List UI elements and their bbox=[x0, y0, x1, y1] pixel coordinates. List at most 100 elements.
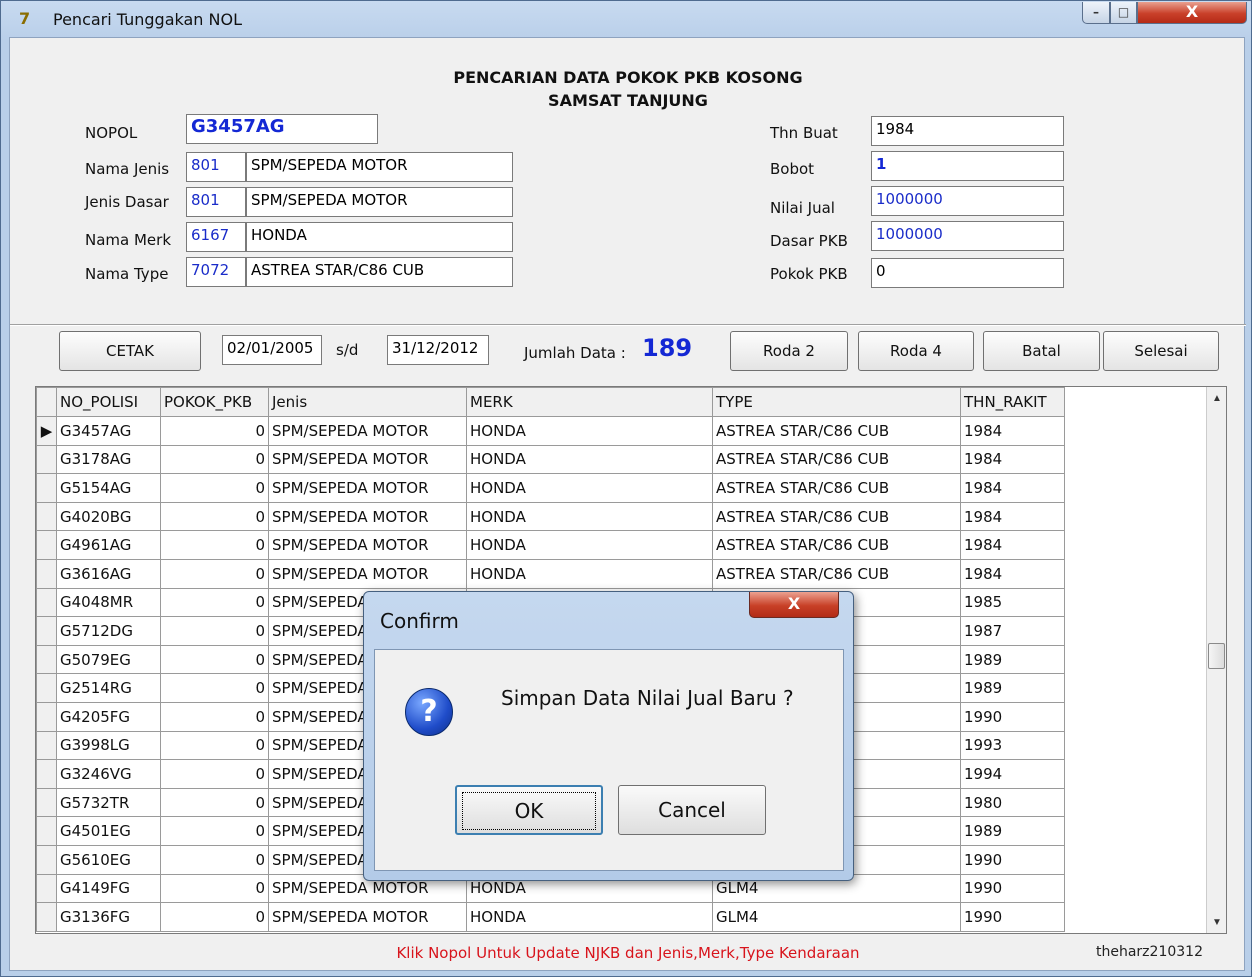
nama-jenis-code-input[interactable]: 801 bbox=[186, 152, 246, 182]
table-row[interactable]: G3178AG 0 SPM/SEPEDA MOTOR HONDA ASTREA STAR… bbox=[36, 444, 1065, 475]
title-bar[interactable]: 7 Pencari Tunggakan NOL – □ X bbox=[1, 1, 1251, 37]
cell-no-polisi[interactable]: G4501EG bbox=[56, 816, 161, 846]
cell-merk: HONDA bbox=[466, 501, 713, 532]
ok-button[interactable]: OK bbox=[455, 785, 603, 835]
column-header-type[interactable]: TYPE bbox=[712, 387, 961, 417]
current-row-indicator[interactable]: ▶ bbox=[36, 416, 57, 446]
batal-button[interactable]: Batal bbox=[983, 331, 1100, 371]
dialog-close-button[interactable]: X bbox=[749, 592, 839, 618]
roda-4-button[interactable]: Roda 4 bbox=[858, 331, 974, 371]
thn-buat-input[interactable]: 1984 bbox=[871, 116, 1064, 146]
cell-no-polisi[interactable]: G2514RG bbox=[56, 673, 161, 703]
row-indicator[interactable] bbox=[36, 902, 57, 932]
row-indicator[interactable] bbox=[36, 759, 57, 789]
row-indicator[interactable] bbox=[36, 616, 57, 646]
cell-thn-rakit: 1987 bbox=[960, 616, 1065, 646]
nopol-input[interactable]: G3457AG bbox=[186, 114, 378, 144]
minimize-button[interactable]: – bbox=[1082, 2, 1110, 24]
cell-no-polisi[interactable]: G5732TR bbox=[56, 787, 161, 818]
scroll-down-icon[interactable]: ▼ bbox=[1207, 917, 1226, 928]
separator bbox=[10, 324, 1246, 326]
cell-no-polisi[interactable]: G3178AG bbox=[56, 444, 161, 475]
row-indicator[interactable] bbox=[36, 530, 57, 560]
cell-pokok-pkb: 0 bbox=[160, 844, 269, 875]
row-indicator[interactable] bbox=[36, 444, 57, 475]
scroll-thumb[interactable] bbox=[1208, 643, 1225, 669]
table-row[interactable]: G4020BG 0 SPM/SEPEDA MOTOR HONDA ASTREA STAR… bbox=[36, 501, 1065, 532]
column-header-jenis[interactable]: Jenis bbox=[268, 387, 467, 417]
column-header-no-polisi[interactable]: NO_POLISI bbox=[56, 387, 161, 417]
dialog-message: Simpan Data Nilai Jual Baru ? bbox=[501, 686, 794, 710]
date-to-input[interactable]: 31/12/2012 bbox=[387, 335, 489, 365]
pokok-pkb-input[interactable]: 0 bbox=[871, 258, 1064, 288]
cell-thn-rakit: 1989 bbox=[960, 644, 1065, 675]
pokok-pkb-label: Pokok PKB bbox=[770, 265, 848, 283]
close-button[interactable]: X bbox=[1137, 2, 1247, 24]
roda-2-button[interactable]: Roda 2 bbox=[730, 331, 848, 371]
table-row[interactable]: G5154AG 0 SPM/SEPEDA MOTOR HONDA ASTREA STAR… bbox=[36, 473, 1065, 503]
dasar-pkb-input[interactable]: 1000000 bbox=[871, 221, 1064, 251]
row-indicator[interactable] bbox=[36, 501, 57, 532]
nilai-jual-input[interactable]: 1000000 bbox=[871, 186, 1064, 216]
column-header-pokok-pkb[interactable]: POKOK_PKB bbox=[160, 387, 269, 417]
row-indicator[interactable] bbox=[36, 787, 57, 818]
row-indicator[interactable] bbox=[36, 673, 57, 703]
table-row[interactable]: G3616AG 0 SPM/SEPEDA MOTOR HONDA ASTREA STAR… bbox=[36, 558, 1065, 589]
row-indicator[interactable] bbox=[36, 473, 57, 503]
row-indicator[interactable] bbox=[36, 873, 57, 904]
row-indicator[interactable] bbox=[36, 816, 57, 846]
cell-no-polisi[interactable]: G4149FG bbox=[56, 873, 161, 904]
cell-thn-rakit: 1989 bbox=[960, 673, 1065, 703]
cell-no-polisi[interactable]: G5079EG bbox=[56, 644, 161, 675]
cell-pokok-pkb: 0 bbox=[160, 759, 269, 789]
table-row[interactable]: ▶ G3457AG 0 SPM/SEPEDA MOTOR HONDA ASTREA STA… bbox=[36, 416, 1065, 446]
cell-no-polisi[interactable]: G3457AG bbox=[56, 416, 161, 446]
cancel-button[interactable]: Cancel bbox=[618, 785, 766, 835]
column-header-merk[interactable]: MERK bbox=[466, 387, 713, 417]
cell-thn-rakit: 1984 bbox=[960, 416, 1065, 446]
table-row[interactable]: G4961AG 0 SPM/SEPEDA MOTOR HONDA ASTREA STAR… bbox=[36, 530, 1065, 560]
cell-no-polisi[interactable]: G5154AG bbox=[56, 473, 161, 503]
nopol-label: NOPOL bbox=[85, 124, 138, 142]
selesai-button[interactable]: Selesai bbox=[1103, 331, 1219, 371]
cell-thn-rakit: 1984 bbox=[960, 558, 1065, 589]
nama-merk-input[interactable]: HONDA bbox=[246, 222, 513, 252]
cell-merk: HONDA bbox=[466, 473, 713, 503]
cell-no-polisi[interactable]: G3616AG bbox=[56, 558, 161, 589]
cell-no-polisi[interactable]: G5610EG bbox=[56, 844, 161, 875]
scroll-up-icon[interactable]: ▲ bbox=[1207, 393, 1226, 404]
bobot-input[interactable]: 1 bbox=[871, 151, 1064, 181]
jenis-dasar-code-input[interactable]: 801 bbox=[186, 187, 246, 217]
cell-no-polisi[interactable]: G3246VG bbox=[56, 759, 161, 789]
nama-jenis-input[interactable]: SPM/SEPEDA MOTOR bbox=[246, 152, 513, 182]
row-indicator[interactable] bbox=[36, 730, 57, 761]
row-indicator[interactable] bbox=[36, 701, 57, 732]
cell-no-polisi[interactable]: G3998LG bbox=[56, 730, 161, 761]
nama-type-code-input[interactable]: 7072 bbox=[186, 257, 246, 287]
cell-no-polisi[interactable]: G4020BG bbox=[56, 501, 161, 532]
jenis-dasar-label: Jenis Dasar bbox=[85, 193, 169, 211]
cell-no-polisi[interactable]: G5712DG bbox=[56, 616, 161, 646]
row-indicator[interactable] bbox=[36, 558, 57, 589]
cetak-button[interactable]: CETAK bbox=[59, 331, 201, 371]
row-indicator[interactable] bbox=[36, 844, 57, 875]
nama-merk-code-input[interactable]: 6167 bbox=[186, 222, 246, 252]
nama-jenis-label: Nama Jenis bbox=[85, 160, 170, 178]
nama-type-input[interactable]: ASTREA STAR/C86 CUB bbox=[246, 257, 513, 287]
cell-no-polisi[interactable]: G4961AG bbox=[56, 530, 161, 560]
column-header-thn-rakit[interactable]: THN_RAKIT bbox=[960, 387, 1065, 417]
jenis-dasar-input[interactable]: SPM/SEPEDA MOTOR bbox=[246, 187, 513, 217]
date-range-separator: s/d bbox=[336, 341, 359, 359]
cell-type: ASTREA STAR/C86 CUB bbox=[712, 530, 961, 560]
vertical-scrollbar[interactable]: ▲ ▼ bbox=[1206, 387, 1226, 933]
row-indicator[interactable] bbox=[36, 587, 57, 618]
maximize-button[interactable]: □ bbox=[1110, 2, 1137, 24]
date-from-input[interactable]: 02/01/2005 bbox=[222, 335, 322, 365]
cell-no-polisi[interactable]: G4205FG bbox=[56, 701, 161, 732]
row-indicator[interactable] bbox=[36, 644, 57, 675]
cell-type: ASTREA STAR/C86 CUB bbox=[712, 473, 961, 503]
cell-no-polisi[interactable]: G4048MR bbox=[56, 587, 161, 618]
table-row[interactable]: G3136FG 0 SPM/SEPEDA MOTOR HONDA GLM4 1990 bbox=[36, 902, 1065, 932]
cell-no-polisi[interactable]: G3136FG bbox=[56, 902, 161, 932]
footer-hint: Klik Nopol Untuk Update NJKB dan Jenis,M… bbox=[396, 944, 860, 962]
